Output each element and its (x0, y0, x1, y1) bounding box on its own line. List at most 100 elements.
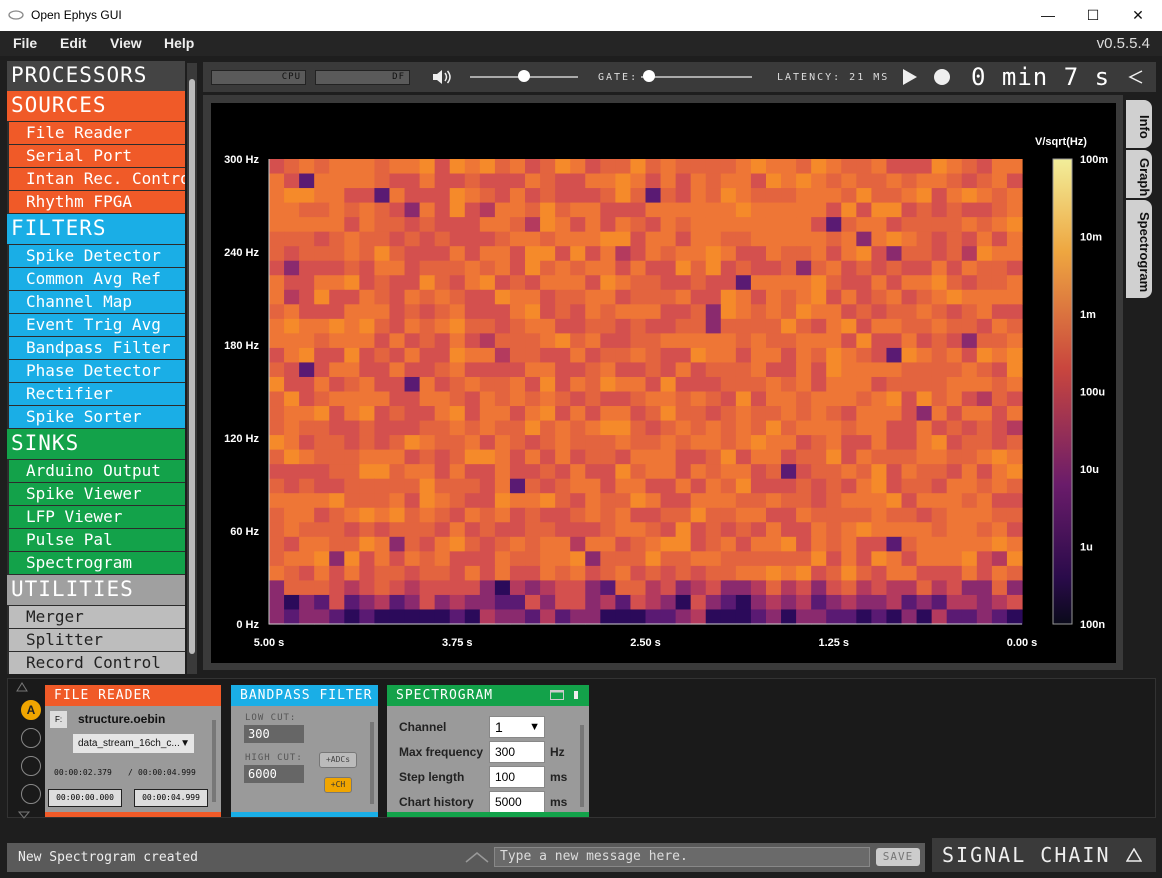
signal-chain-slot[interactable] (21, 756, 41, 776)
heatmap-cell (826, 406, 842, 422)
processor-item-rhythm-fpga[interactable]: Rhythm FPGA (9, 191, 185, 213)
maximize-button[interactable]: ☐ (1070, 0, 1116, 31)
heatmap-cell (931, 580, 948, 596)
sources-header[interactable]: SOURCES (7, 91, 185, 121)
tab-toggle-icon[interactable] (573, 690, 579, 700)
processor-item-common-avg-ref[interactable]: Common Avg Ref (9, 268, 185, 290)
editor-scrollbar[interactable] (370, 722, 374, 804)
heatmap-cell (931, 420, 948, 436)
heatmap-cell (374, 275, 391, 291)
processor-item-arduino-output[interactable]: Arduino Output (9, 460, 185, 482)
heatmap-cell (419, 347, 436, 364)
signal-chain-slot[interactable] (21, 728, 41, 748)
bandpass-title[interactable]: BANDPASS FILTER (231, 685, 378, 706)
menu-file[interactable]: File (13, 35, 37, 51)
heatmap-cell (419, 594, 436, 611)
processors-header[interactable]: PROCESSORS (7, 61, 185, 91)
heatmap-cell (976, 362, 993, 378)
heatmap-cell (946, 522, 963, 538)
heatmap-cell (645, 507, 662, 523)
sinks-header[interactable]: SINKS (7, 429, 185, 459)
processor-list-scrollbar[interactable] (187, 63, 197, 674)
add-adcs-button[interactable]: +ADCs (319, 752, 357, 768)
heatmap-cell (796, 551, 812, 567)
file-browse-button[interactable]: F: (50, 711, 67, 728)
processor-item-spectrogram[interactable]: Spectrogram (9, 552, 185, 574)
start-time-field[interactable]: 00:00:00.000 (48, 789, 122, 807)
heatmap-cell (811, 362, 827, 378)
heatmap-cell (781, 246, 797, 262)
processor-item-spike-sorter[interactable]: Spike Sorter (9, 406, 185, 428)
gate-slider[interactable] (641, 76, 752, 78)
file-reader-title[interactable]: FILE READER (45, 685, 221, 706)
tab-graph[interactable]: Graph (1126, 150, 1152, 198)
heatmap-cell (750, 159, 767, 175)
heatmap-cell (434, 304, 451, 320)
volume-slider-knob[interactable] (518, 70, 530, 82)
processor-item-serial-port[interactable]: Serial Port (9, 145, 185, 167)
heatmap-cell (841, 551, 857, 567)
stream-select[interactable]: data_stream_16ch_c... ▼ (73, 734, 194, 753)
utilities-header[interactable]: UTILITIES (7, 575, 185, 605)
heatmap-cell (826, 289, 842, 305)
close-button[interactable]: ✕ (1115, 0, 1161, 31)
heatmap-cell (811, 260, 827, 276)
low-cut-field[interactable]: 300 (244, 725, 304, 743)
heatmap-cell (856, 580, 872, 596)
scrollbar-thumb[interactable] (189, 79, 195, 654)
chevron-up-icon[interactable] (465, 851, 489, 863)
gate-slider-knob[interactable] (643, 70, 655, 82)
chart-history-field[interactable]: 5000 (489, 791, 545, 813)
processor-item-bandpass-filter[interactable]: Bandpass Filter (9, 337, 185, 359)
heatmap-cell (750, 260, 767, 276)
channel-select[interactable]: 1 ▼ (489, 716, 545, 738)
end-time-field[interactable]: 00:00:04.999 (134, 789, 208, 807)
processor-item-spike-detector[interactable]: Spike Detector (9, 245, 185, 267)
save-message-button[interactable]: SAVE (876, 848, 920, 866)
heatmap-cell (690, 406, 707, 422)
heatmap-cell (720, 391, 737, 407)
processor-item-lfp-viewer[interactable]: LFP Viewer (9, 506, 185, 528)
signal-chain-slot[interactable] (21, 784, 41, 804)
menu-edit[interactable]: Edit (60, 35, 86, 51)
heatmap-cell (374, 565, 391, 582)
processor-item-merger[interactable]: Merger (9, 606, 185, 628)
expand-panel-icon[interactable] (1128, 69, 1144, 85)
heatmap-cell (765, 260, 782, 276)
high-cut-field[interactable]: 6000 (244, 765, 304, 783)
processor-item-spike-viewer[interactable]: Spike Viewer (9, 483, 185, 505)
volume-icon[interactable] (432, 69, 452, 85)
max-frequency-field[interactable]: 300 (489, 741, 545, 763)
processor-item-event-trig-avg[interactable]: Event Trig Avg (9, 314, 185, 336)
editor-scrollbar[interactable] (580, 725, 584, 807)
processor-item-intan-rec-controller[interactable]: Intan Rec. Controller (9, 168, 185, 190)
heatmap-cell (961, 551, 978, 567)
processor-item-channel-map[interactable]: Channel Map (9, 291, 185, 313)
tab-info[interactable]: Info (1126, 100, 1152, 148)
menu-view[interactable]: View (110, 35, 142, 51)
heatmap-cell (269, 376, 285, 393)
menu-help[interactable]: Help (164, 35, 194, 51)
processor-item-pulse-pal[interactable]: Pulse Pal (9, 529, 185, 551)
record-icon[interactable] (934, 69, 950, 85)
processor-item-phase-detector[interactable]: Phase Detector (9, 360, 185, 382)
editor-scrollbar[interactable] (212, 720, 216, 802)
filters-header[interactable]: FILTERS (7, 214, 185, 244)
step-length-field[interactable]: 100 (489, 766, 545, 788)
minimize-button[interactable]: — (1025, 0, 1071, 31)
add-channel-button[interactable]: +CH (324, 777, 352, 793)
signal-chain-slot-a[interactable]: A (21, 700, 41, 720)
window-icon[interactable] (550, 690, 564, 700)
processor-item-rectifier[interactable]: Rectifier (9, 383, 185, 405)
heatmap-cell (269, 507, 285, 523)
processor-item-file-reader[interactable]: File Reader (9, 122, 185, 144)
processor-item-record-control[interactable]: Record Control (9, 652, 185, 674)
signal-chain-toggle[interactable]: SIGNAL CHAIN (932, 838, 1156, 872)
scroll-down-icon[interactable] (18, 811, 30, 819)
heatmap-cell (374, 202, 391, 218)
tab-spectrogram[interactable]: Spectrogram (1126, 200, 1152, 298)
message-input[interactable]: Type a new message here. (494, 847, 870, 867)
scroll-up-icon[interactable] (16, 682, 28, 692)
play-icon[interactable] (902, 69, 918, 85)
processor-item-splitter[interactable]: Splitter (9, 629, 185, 651)
